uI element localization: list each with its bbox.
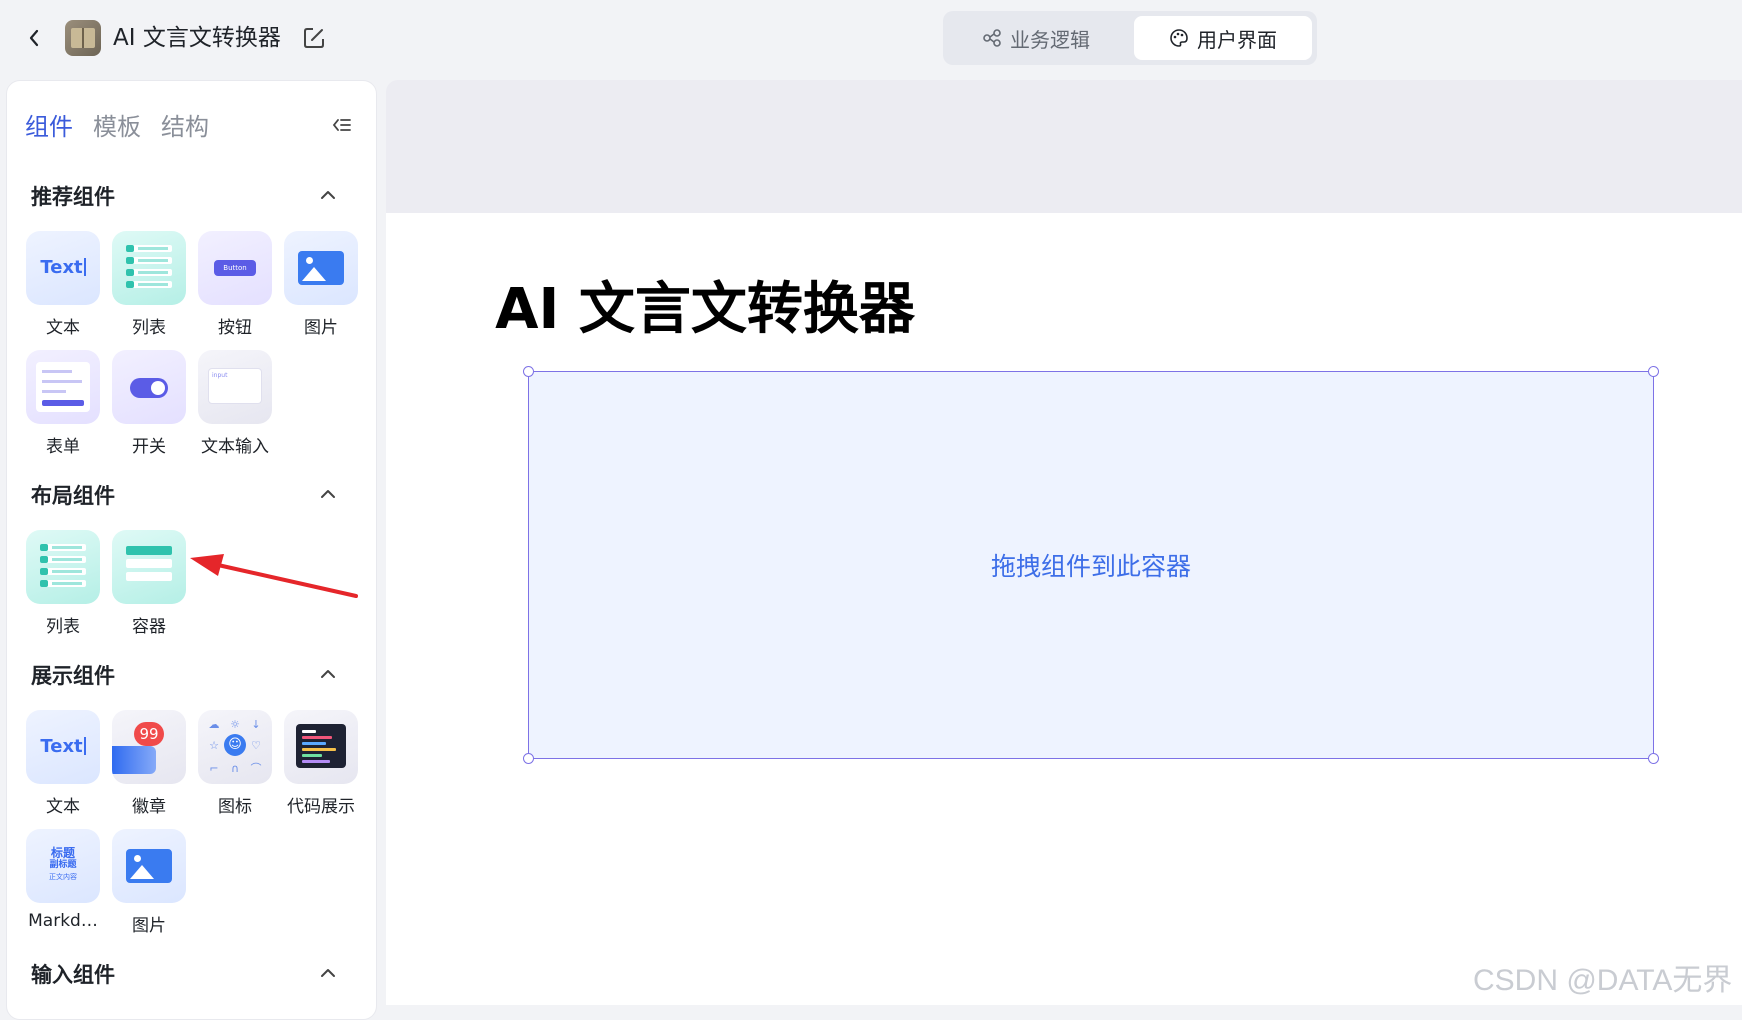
markdown-tile-icon: 标题 副标题 正文内容 xyxy=(26,829,100,903)
component-label: 徽章 xyxy=(132,797,166,817)
resize-handle[interactable] xyxy=(1648,753,1659,764)
back-button[interactable] xyxy=(22,24,46,52)
app-title: AI 文言文转换器 xyxy=(113,25,281,51)
top-bar: AI 文言文转换器 业务逻辑 用户界面 xyxy=(0,0,1742,78)
flow-icon xyxy=(983,29,1001,47)
section-title-recommended: 推荐组件 xyxy=(31,185,115,209)
tab-structure[interactable]: 结构 xyxy=(161,107,209,142)
component-panel: 组件 模板 结构 推荐组件 Text 文本 列表 Button 按钮 图片 表单… xyxy=(6,80,377,1020)
resize-handle[interactable] xyxy=(523,753,534,764)
chevron-left-icon xyxy=(29,29,39,47)
component-label: Markd… xyxy=(28,911,98,931)
component-container[interactable]: 容器 xyxy=(109,530,189,637)
component-markdown[interactable]: 标题 副标题 正文内容 Markd… xyxy=(23,829,103,931)
text-tile-icon: Text xyxy=(26,710,100,784)
edit-icon[interactable] xyxy=(301,25,327,51)
component-switch[interactable]: 开关 xyxy=(109,350,189,457)
component-label: 列表 xyxy=(46,617,80,637)
component-label: 图标 xyxy=(218,797,252,817)
tab-components[interactable]: 组件 xyxy=(25,107,73,142)
container-tile-icon xyxy=(112,530,186,604)
component-form[interactable]: 表单 xyxy=(23,350,103,457)
component-label: 文本 xyxy=(46,797,80,817)
component-icon[interactable]: ☁ ☼ ↓ ☆ ☺ ♡ ⌐ ∩ ⌒ 图标 xyxy=(195,710,275,817)
chevron-up-icon[interactable] xyxy=(317,184,339,206)
view-switch: 业务逻辑 用户界面 xyxy=(943,11,1317,65)
section-title-display: 展示组件 xyxy=(31,664,115,688)
form-tile-icon xyxy=(26,350,100,424)
canvas-header-area xyxy=(386,80,1742,213)
component-display-image[interactable]: 图片 xyxy=(109,829,189,936)
toggle-tile-icon xyxy=(112,350,186,424)
component-display-text[interactable]: Text 文本 xyxy=(23,710,103,817)
resize-handle[interactable] xyxy=(523,366,534,377)
component-label: 文本输入 xyxy=(201,437,269,457)
component-label: 代码展示 xyxy=(287,797,355,817)
chevron-up-icon[interactable] xyxy=(317,962,339,984)
watermark: CSDN @DATA无界 xyxy=(1473,964,1733,997)
resize-handle[interactable] xyxy=(1648,366,1659,377)
input-tile-icon: input xyxy=(198,350,272,424)
list-tile-icon xyxy=(26,530,100,604)
section-title-input: 输入组件 xyxy=(31,963,115,987)
container-dropzone[interactable]: 拖拽组件到此容器 xyxy=(523,366,1659,764)
component-label: 图片 xyxy=(132,916,166,936)
component-text-input[interactable]: input 文本输入 xyxy=(195,350,275,457)
palette-icon xyxy=(1170,29,1188,47)
tab-user-interface-label: 用户界面 xyxy=(1197,27,1277,52)
component-label: 容器 xyxy=(132,617,166,637)
page-title[interactable]: AI 文言文转换器 xyxy=(0,264,1410,345)
image-tile-icon xyxy=(112,829,186,903)
dropzone-hint: 拖拽组件到此容器 xyxy=(990,552,1191,581)
component-code-display[interactable]: 代码展示 xyxy=(281,710,361,817)
chevron-up-icon[interactable] xyxy=(317,663,339,685)
panel-tabs: 组件 模板 结构 xyxy=(25,107,209,142)
icon-tile-icon: ☁ ☼ ↓ ☆ ☺ ♡ ⌐ ∩ ⌒ xyxy=(198,710,272,784)
tab-user-interface[interactable]: 用户界面 xyxy=(1134,16,1312,60)
chevron-up-icon[interactable] xyxy=(317,483,339,505)
component-layout-list[interactable]: 列表 xyxy=(23,530,103,637)
badge-tile-icon: 99 xyxy=(112,710,186,784)
app-icon xyxy=(65,20,101,56)
collapse-panel-icon[interactable] xyxy=(329,112,355,138)
component-badge[interactable]: 99 徽章 xyxy=(109,710,189,817)
tab-templates[interactable]: 模板 xyxy=(93,107,141,142)
code-tile-icon xyxy=(284,710,358,784)
tab-business-logic[interactable]: 业务逻辑 xyxy=(951,16,1121,60)
component-label: 开关 xyxy=(132,437,166,457)
component-label: 表单 xyxy=(46,437,80,457)
section-title-layout: 布局组件 xyxy=(31,484,115,508)
tab-business-logic-label: 业务逻辑 xyxy=(1010,27,1090,52)
